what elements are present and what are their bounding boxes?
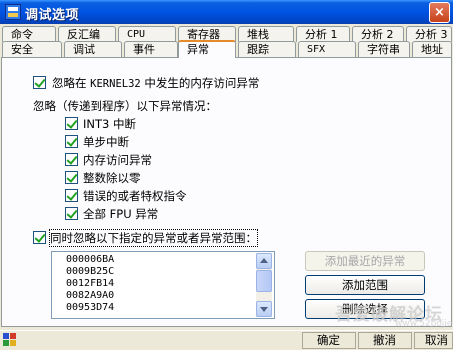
single-step-label[interactable]: 单步中断 [83,134,129,150]
privileged-instruction-checkbox[interactable] [65,189,78,202]
divide-by-zero-checkbox[interactable] [65,171,78,184]
ok-button[interactable]: 确定 [302,332,356,349]
tab-disassembler[interactable]: 反汇编 [58,26,116,42]
window-title: 调试选项 [25,8,80,23]
tab-trace[interactable]: 跟踪 [238,41,296,57]
tab-events[interactable]: 事件 [124,41,178,57]
fpu-checkbox[interactable] [65,207,78,220]
grid-icon [3,333,18,348]
tab-cpu[interactable]: CPU [118,26,176,42]
ignore-group-label: 忽略（传递到程序）以下异常情况： [33,99,217,113]
tab-addresses[interactable]: 地址 [412,41,452,57]
app-icon [5,4,21,20]
memory-access-label[interactable]: 内存访问异常 [83,152,152,168]
cancel-button[interactable]: 取消 [414,332,453,349]
tab-analysis-3[interactable]: 分析 3 [406,26,452,42]
add-last-exception-button[interactable]: 添加最近的异常 [305,251,425,271]
tab-strings[interactable]: 字符串 [358,41,410,57]
int3-label[interactable]: INT3 中断 [83,116,136,132]
tab-debug[interactable]: 调试 [64,41,122,57]
single-step-checkbox[interactable] [65,135,78,148]
debug-options-dialog: 调试选项 × 命令 反汇编 CPU 寄存器 堆栈 分析 1 分析 2 分析 3 … [0,0,453,350]
title-bar[interactable]: 调试选项 × [0,0,453,24]
int3-checkbox[interactable] [65,117,78,130]
chevron-down-icon [260,307,268,312]
privileged-instruction-label[interactable]: 错误的或者特权指令 [83,188,187,204]
tab-security[interactable]: 安全 [2,41,62,57]
tab-exceptions[interactable]: 异常 [178,40,236,58]
undo-button[interactable]: 撤消 [358,332,412,349]
add-range-button[interactable]: 添加范围 [305,275,425,295]
close-button[interactable]: × [429,2,450,23]
memory-access-checkbox[interactable] [65,153,78,166]
list-item[interactable]: 000006BA [66,254,114,266]
watermark-url: www.52pojie.cn [395,319,453,329]
ignore-kernel32-label[interactable]: 忽略在 KERNEL32 中发生的内存访问异常 [52,75,259,91]
tab-analysis-1[interactable]: 分析 1 [296,26,350,42]
tab-sfx[interactable]: SFX [298,41,356,57]
list-item[interactable]: 00953D74 [66,302,114,314]
scroll-down-button[interactable] [256,301,272,317]
ignore-range-checkbox[interactable] [33,231,46,244]
fpu-label[interactable]: 全部 FPU 异常 [83,206,158,222]
tab-command[interactable]: 命令 [2,26,56,42]
list-item[interactable]: 0009B25C [66,266,114,278]
scroll-thumb[interactable] [256,270,272,292]
divide-by-zero-label[interactable]: 整数除以零 [83,170,141,186]
scroll-up-button[interactable] [256,253,272,269]
tab-analysis-2[interactable]: 分析 2 [352,26,404,42]
chevron-up-icon [260,258,268,263]
list-item[interactable]: 0082A9A0 [66,290,114,302]
exception-range-list[interactable]: 000006BA 0009B25C 0012FB14 0082A9A0 0095… [51,251,275,319]
ignore-range-label[interactable]: 同时忽略以下指定的异常或者异常范围： [49,229,258,247]
tab-stack[interactable]: 堆栈 [238,26,294,42]
ignore-kernel32-checkbox[interactable] [33,76,46,89]
list-item[interactable]: 0012FB14 [66,278,114,290]
